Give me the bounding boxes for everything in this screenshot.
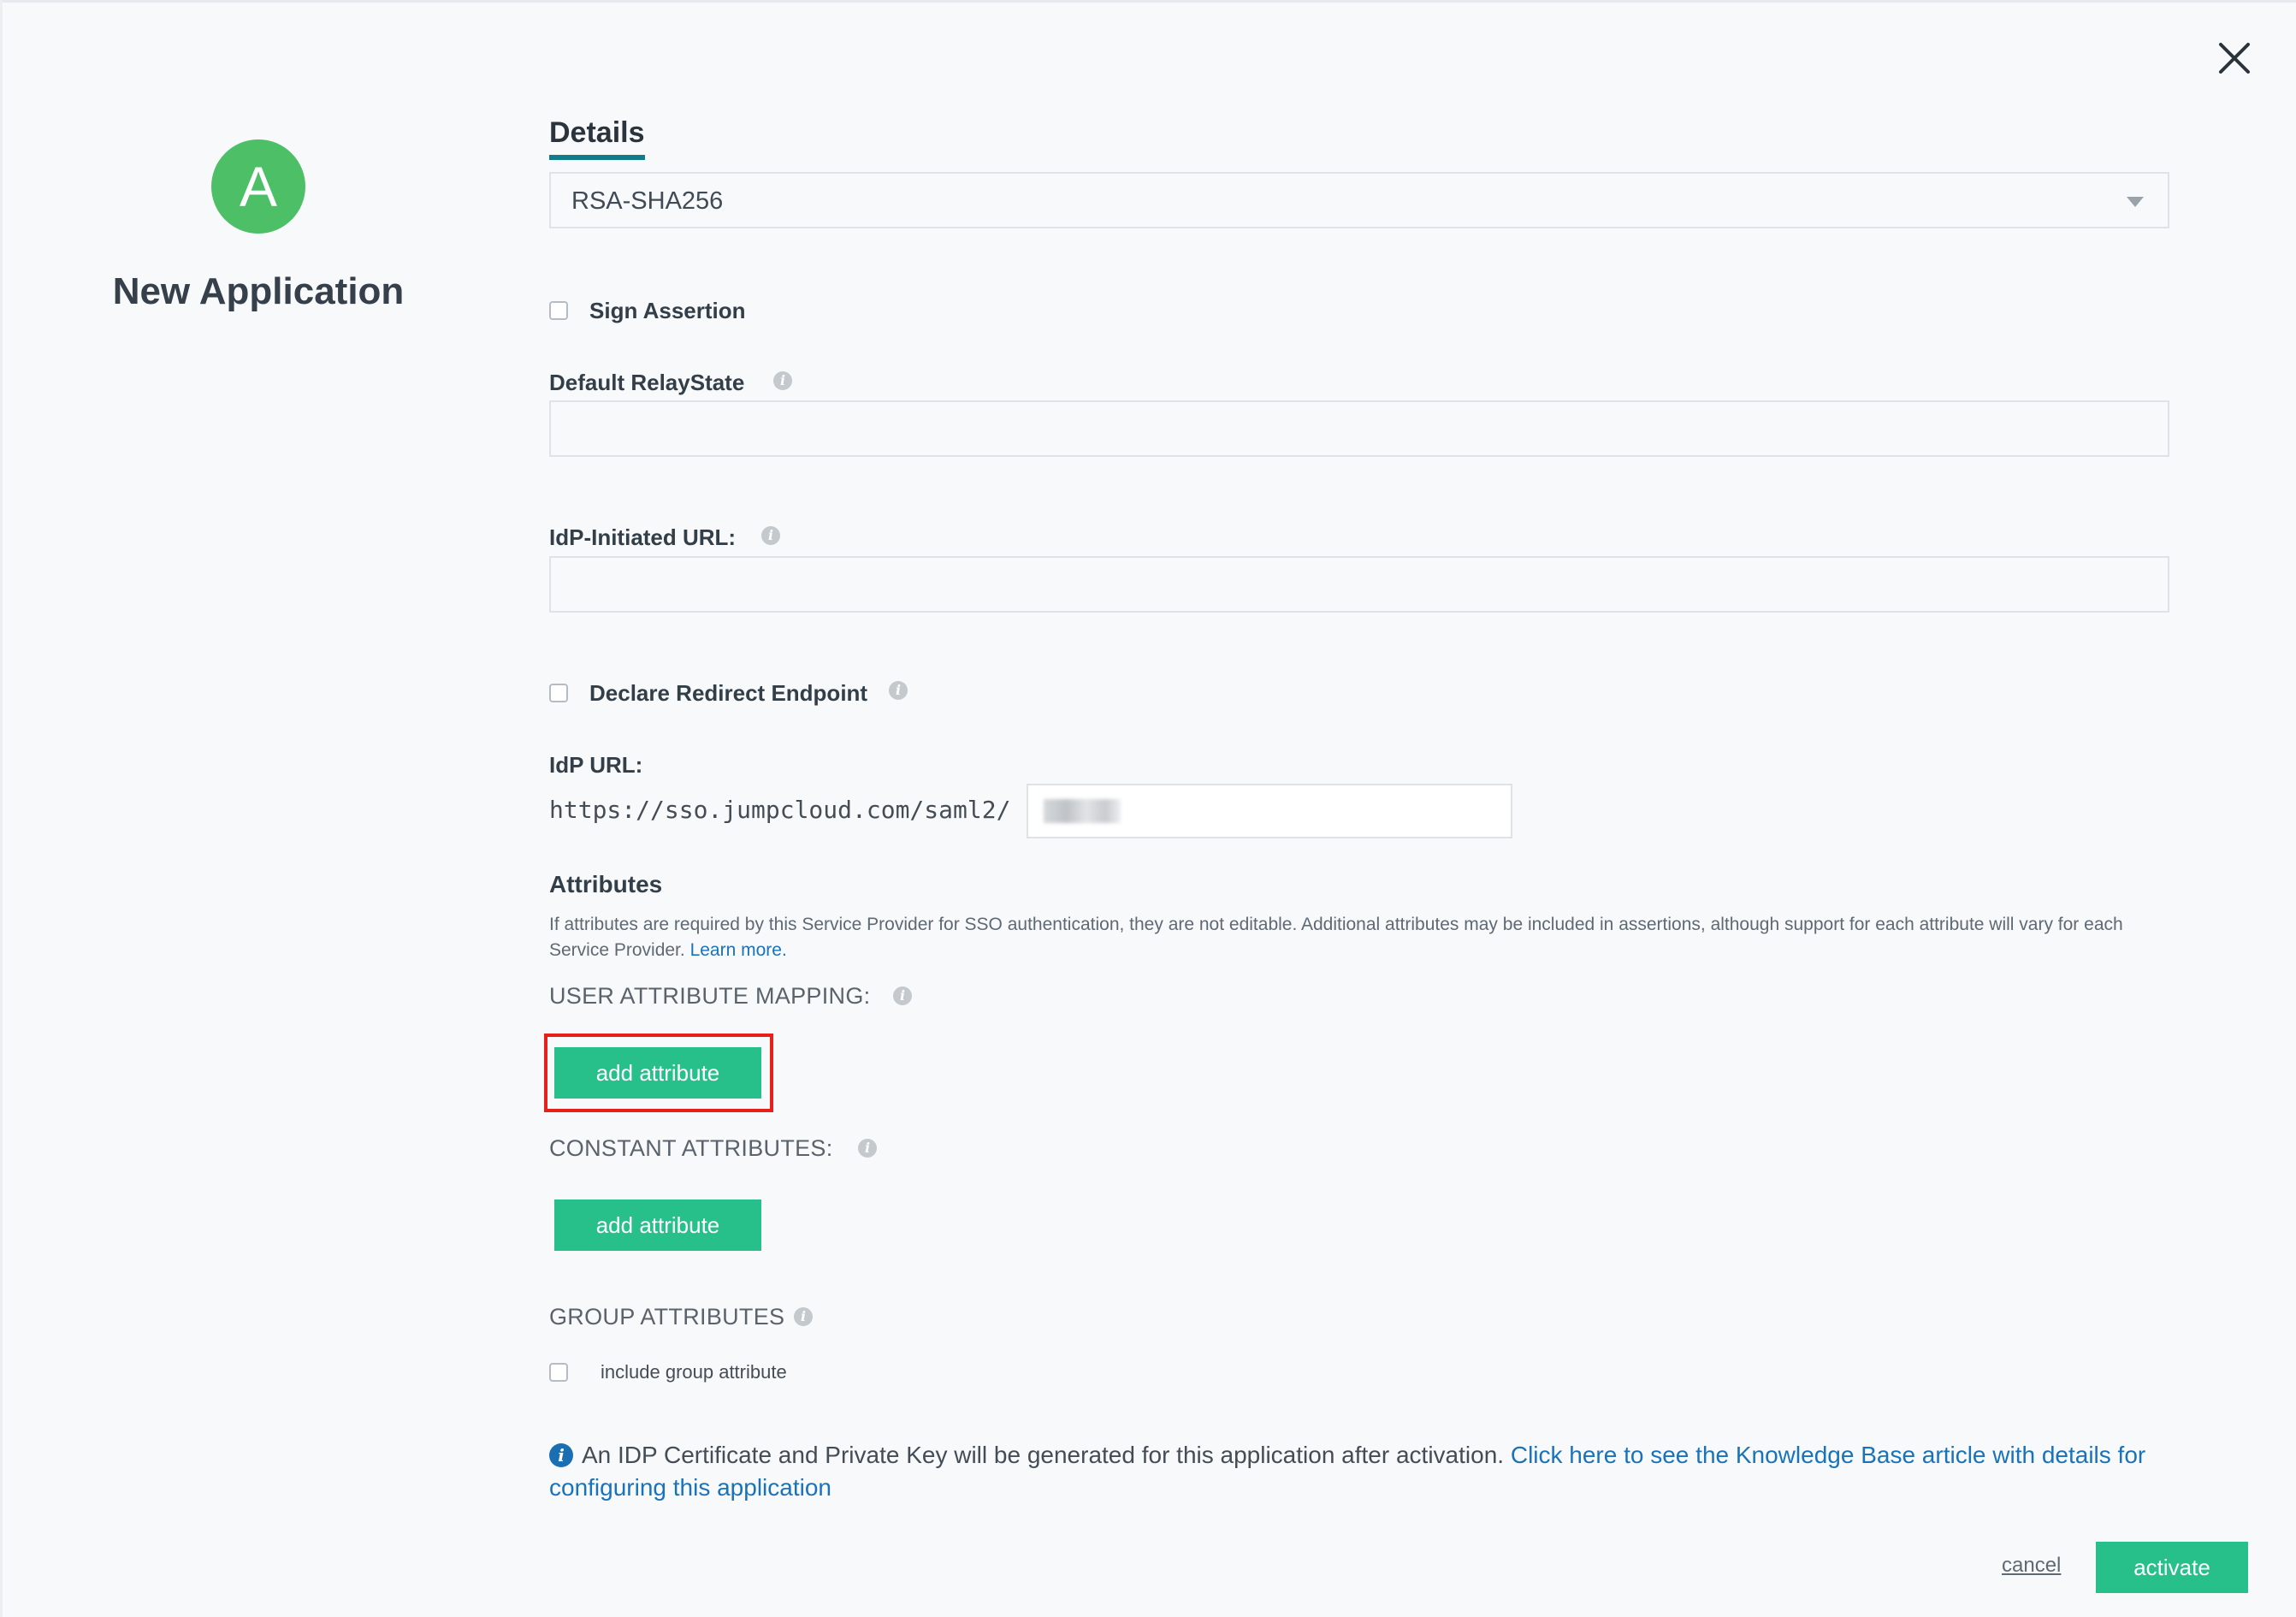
include-group-attribute-label: include group attribute: [601, 1361, 787, 1383]
default-relaystate-label: Default RelayState: [549, 370, 745, 395]
close-icon[interactable]: [2212, 36, 2257, 80]
info-icon[interactable]: i: [761, 526, 780, 545]
attributes-description: If attributes are required by this Servi…: [549, 912, 2166, 963]
sign-assertion-label: Sign Assertion: [589, 298, 746, 323]
info-icon[interactable]: i: [773, 371, 792, 390]
redacted-value: [1044, 799, 1121, 823]
info-icon[interactable]: i: [893, 986, 912, 1005]
idp-initiated-url-input[interactable]: [549, 556, 2169, 613]
cancel-link[interactable]: cancel: [2002, 1554, 2061, 1578]
declare-redirect-endpoint-checkbox[interactable]: [549, 684, 568, 702]
highlight-annotation: [544, 1034, 773, 1112]
notice-text: An IDP Certificate and Private Key will …: [582, 1442, 1505, 1468]
signature-algorithm-select[interactable]: RSA-SHA256: [549, 172, 2169, 228]
chevron-down-icon: [2127, 197, 2144, 207]
user-attribute-mapping-label: USER ATTRIBUTE MAPPING:: [549, 983, 871, 1009]
group-attributes-label: GROUP ATTRIBUTES: [549, 1304, 785, 1330]
page-title: New Application: [112, 270, 405, 312]
modal-left-edge: [0, 0, 3, 1617]
info-icon: i: [549, 1443, 573, 1467]
attributes-title: Attributes: [549, 871, 663, 897]
idp-url-prefix: https://sso.jumpcloud.com/saml2/: [549, 796, 1011, 824]
info-icon[interactable]: i: [889, 681, 908, 700]
modal-top-edge: [0, 0, 2296, 3]
select-value: RSA-SHA256: [571, 187, 724, 215]
idp-initiated-url-label: IdP-Initiated URL:: [549, 524, 737, 550]
idp-url-label: IdP URL:: [549, 752, 643, 778]
activate-button[interactable]: activate: [2096, 1542, 2248, 1593]
include-group-attribute-checkbox[interactable]: [549, 1363, 568, 1382]
learn-more-link[interactable]: Learn more.: [690, 940, 787, 960]
info-icon[interactable]: i: [794, 1307, 813, 1326]
app-avatar: A: [211, 139, 305, 234]
modal: A New Application Details RSA-SHA256 Sig…: [0, 0, 2296, 1617]
add-constant-attribute-button[interactable]: add attribute: [554, 1199, 761, 1251]
info-icon[interactable]: i: [858, 1139, 877, 1158]
certificate-notice: i An IDP Certificate and Private Key will…: [549, 1439, 2169, 1504]
tab-details[interactable]: Details: [549, 116, 645, 160]
sign-assertion-checkbox[interactable]: [549, 301, 568, 320]
constant-attributes-label: CONSTANT ATTRIBUTES:: [549, 1135, 833, 1161]
declare-redirect-endpoint-label: Declare Redirect Endpoint: [589, 680, 868, 706]
default-relaystate-input[interactable]: [549, 400, 2169, 457]
idp-url-input[interactable]: [1027, 784, 1512, 838]
